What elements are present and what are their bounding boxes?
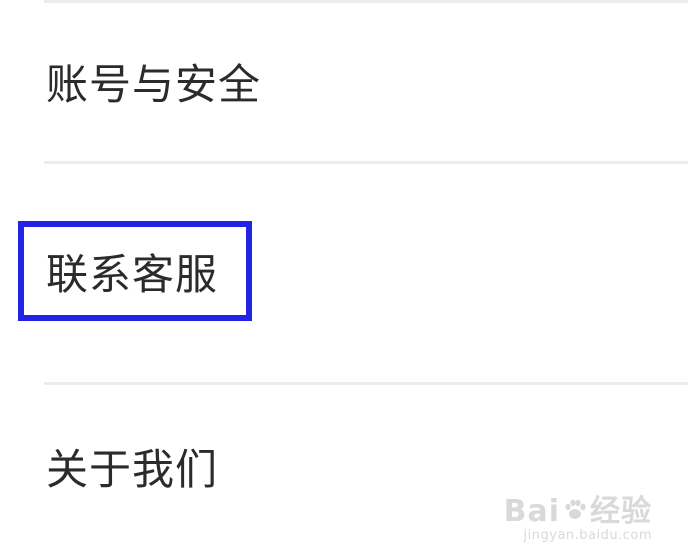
watermark-logo-right: 经验 xyxy=(590,494,652,529)
menu-item-label: 账号与安全 xyxy=(46,60,262,109)
baidu-jingyan-watermark: Bai 经验 jingyan.baidu.com xyxy=(504,497,652,543)
watermark-url: jingyan.baidu.com xyxy=(523,528,652,543)
watermark-logo: Bai 经验 xyxy=(504,497,652,527)
menu-item-label: 关于我们 xyxy=(46,445,219,494)
menu-item-account-security[interactable]: 账号与安全 xyxy=(0,0,688,162)
paw-icon xyxy=(562,497,588,523)
menu-item-contact-support[interactable]: 联系客服 xyxy=(0,164,688,383)
watermark-logo-left: Bai xyxy=(503,494,560,529)
menu-item-label: 联系客服 xyxy=(46,250,219,299)
